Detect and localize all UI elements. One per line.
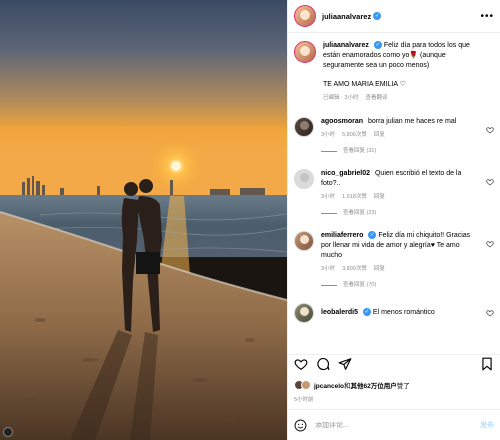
post-time: 5小时前 [294,397,314,403]
commenter-avatar[interactable] [294,117,314,137]
verified-icon: ✓ [373,41,382,50]
caption-avatar[interactable] [294,41,316,63]
verified-icon: ✓ [362,308,371,317]
verified-icon: ✓ [368,231,377,240]
share-icon[interactable] [338,357,352,371]
liker-username[interactable]: jpcancelo [314,383,344,390]
comment-likes-count[interactable]: 3,800次赞 [342,264,367,274]
commenter-avatar[interactable] [294,303,314,323]
reply-button[interactable]: 回复 [374,130,385,140]
author-username[interactable]: juliaanalvarez [322,12,371,21]
view-replies-label: 查看回复 (31) [343,148,377,154]
comment-time: 3小时 [321,132,336,138]
replies-divider [321,150,337,152]
heart-icon[interactable] [486,309,494,317]
reply-button[interactable]: 回复 [374,264,385,274]
likes-text: jpcancelo和其他62万位用户赞了 [314,380,410,390]
like-heart-icon[interactable] [294,357,308,371]
commenter-avatar[interactable] [294,231,314,251]
commenter-username[interactable]: leobalerdi5 [321,309,358,316]
view-replies-button[interactable]: 查看回复 (31) [321,146,480,156]
commenter-avatar[interactable] [294,169,314,189]
post-actions [294,356,494,372]
photo-corner-avatar[interactable] [3,427,13,437]
post-comment-button[interactable]: 发布 [480,420,494,430]
likes-summary[interactable]: jpcancelo和其他62万位用户赞了 [294,380,410,390]
actions-divider [288,354,500,355]
comment-text: borra julian me haces re mal [367,118,457,125]
view-replies-label: 查看回复 (70) [343,282,377,288]
comment-time: 3小时 [321,194,336,200]
comments-list[interactable]: juliaanalvarez ✓ Feliz día para todos los… [288,33,500,355]
see-translation-link[interactable]: 查看翻译 [365,93,387,103]
comment-item: nico_gabriel02 Quien escribió el texto d… [294,169,494,218]
comment-icon[interactable] [316,357,330,371]
likes-suffix: 赞了 [396,383,410,390]
post-caption: juliaanalvarez ✓ Feliz día para todos los… [294,41,494,103]
post-header: juliaanalvarez ✓ ••• [288,0,500,33]
comment-likes-count[interactable]: 1,918次赞 [342,192,367,202]
comment-input[interactable] [315,421,476,429]
post-detail-panel: juliaanalvarez ✓ ••• juliaanalvarez ✓ Fel… [287,0,500,440]
add-comment-bar: 发布 [288,409,500,440]
caption-line2: TE AMO MARIA EMILIA ♡ [323,81,406,88]
commenter-username[interactable]: emiliaferrero [321,232,363,239]
comment-likes-count[interactable]: 5,806次赞 [342,130,367,140]
bookmark-icon[interactable] [480,357,494,371]
liker-avatar [301,380,311,390]
comment-item: emiliaferrero ✓ Feliz día mi chiquito!! G… [294,231,494,290]
commenter-username[interactable]: nico_gabriel02 [321,170,370,177]
view-replies-label: 查看回复 (23) [343,210,377,216]
emoji-icon[interactable] [294,419,307,432]
comment-item: agoosmoran borra julian me haces re mal … [294,117,494,156]
view-replies-button[interactable]: 查看回复 (70) [321,280,480,290]
caption-username[interactable]: juliaanalvarez [323,42,369,49]
commenter-username[interactable]: agoosmoran [321,118,363,125]
sunset-beach-image [0,0,287,440]
replies-divider [321,212,337,214]
likes-others[interactable]: 其他62万位用户 [350,383,396,390]
more-options-icon[interactable]: ••• [480,11,494,22]
heart-icon[interactable] [486,126,494,134]
reply-button[interactable]: 回复 [374,192,385,202]
caption-meta: 已编辑 · 3小时 查看翻译 [323,93,480,103]
author-avatar[interactable] [294,5,316,27]
caption-time: 已编辑 · 3小时 [323,95,359,101]
comment-text: El menos romántico [372,309,435,316]
comment-item: leobalerdi5 ✓ El menos romántico [294,303,494,323]
heart-icon[interactable] [486,178,494,186]
heart-icon[interactable] [486,240,494,248]
post-photo[interactable] [0,0,287,440]
verified-icon: ✓ [373,12,382,20]
view-replies-button[interactable]: 查看回复 (23) [321,208,480,218]
replies-divider [321,284,337,286]
comment-time: 3小时 [321,266,336,272]
